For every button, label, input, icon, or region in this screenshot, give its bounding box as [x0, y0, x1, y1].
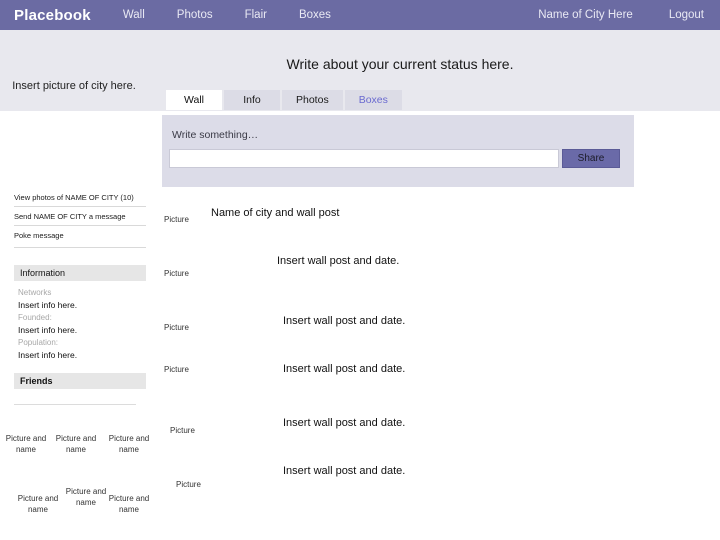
friends-divider	[14, 404, 136, 405]
sidebar-divider	[14, 246, 146, 248]
post-picture-placeholder: Picture	[164, 365, 189, 374]
nav-item-profile-name[interactable]: Name of City Here	[538, 9, 633, 21]
info-value-population: Insert info here.	[18, 349, 78, 360]
sidebar-action-links: View photos of NAME OF CITY (10) Send NA…	[14, 192, 146, 248]
information-section-header: Information	[14, 265, 146, 281]
friend-item[interactable]: Picture and name	[2, 434, 50, 456]
tab-info[interactable]: Info	[224, 90, 280, 110]
tab-photos[interactable]: Photos	[282, 90, 343, 110]
post-body: Insert wall post and date.	[283, 465, 406, 477]
nav-item-logout[interactable]: Logout	[669, 9, 704, 21]
nav-item-flair[interactable]: Flair	[245, 9, 267, 21]
page-root: Placebook Wall Photos Flair Boxes Name o…	[0, 0, 720, 540]
info-term-founded: Founded:	[18, 312, 52, 322]
sidebar-link-poke[interactable]: Poke message	[14, 230, 146, 243]
post-picture-placeholder: Picture	[164, 323, 189, 332]
share-button[interactable]: Share	[562, 149, 620, 168]
post-body: Name of city and wall post	[211, 207, 340, 219]
friend-item[interactable]: Picture and name	[52, 434, 100, 456]
post-body: Insert wall post and date.	[283, 417, 406, 429]
friend-item[interactable]: Picture and name	[14, 494, 62, 516]
friend-item[interactable]: Picture and name	[105, 494, 153, 516]
info-value-networks: Insert info here.	[18, 300, 78, 310]
nav-item-boxes[interactable]: Boxes	[299, 9, 331, 21]
info-term-population: Population:	[18, 337, 59, 347]
friend-item[interactable]: Picture and name	[62, 487, 110, 509]
status-composer: Write something… Share	[162, 115, 634, 187]
post-body: Insert wall post and date.	[283, 363, 406, 375]
post-picture-placeholder: Picture	[170, 426, 195, 435]
account-nav: Name of City Here Logout	[538, 0, 720, 30]
post-body: Insert wall post and date.	[277, 255, 400, 267]
sidebar-link-view-photos[interactable]: View photos of NAME OF CITY (10)	[14, 192, 146, 207]
friends-section-header: Friends	[14, 373, 146, 389]
status-input[interactable]	[169, 149, 559, 168]
page-title: Write about your current status here.	[286, 56, 514, 72]
tab-boxes[interactable]: Boxes	[344, 90, 402, 110]
info-value-founded: Insert info here.	[18, 324, 78, 335]
post-picture-placeholder: Picture	[164, 269, 189, 278]
sidebar-link-send-message[interactable]: Send NAME OF CITY a message	[14, 211, 146, 226]
information-list: Networks Insert info here. Founded: Inse…	[18, 287, 148, 361]
left-sidebar: Insert picture of city here. View photos…	[0, 0, 160, 540]
info-term-networks: Networks	[18, 288, 52, 297]
friend-item[interactable]: Picture and name	[105, 434, 153, 456]
composer-prompt-label: Write something…	[172, 129, 259, 141]
profile-tabs: Wall Info Photos Boxes	[166, 90, 404, 110]
post-picture-placeholder: Picture	[176, 480, 201, 489]
post-picture-placeholder: Picture	[164, 215, 189, 224]
profile-picture-placeholder: Insert picture of city here.	[12, 80, 136, 92]
nav-item-photos[interactable]: Photos	[177, 9, 213, 21]
tab-wall[interactable]: Wall	[166, 90, 222, 110]
post-body: Insert wall post and date.	[283, 315, 406, 327]
